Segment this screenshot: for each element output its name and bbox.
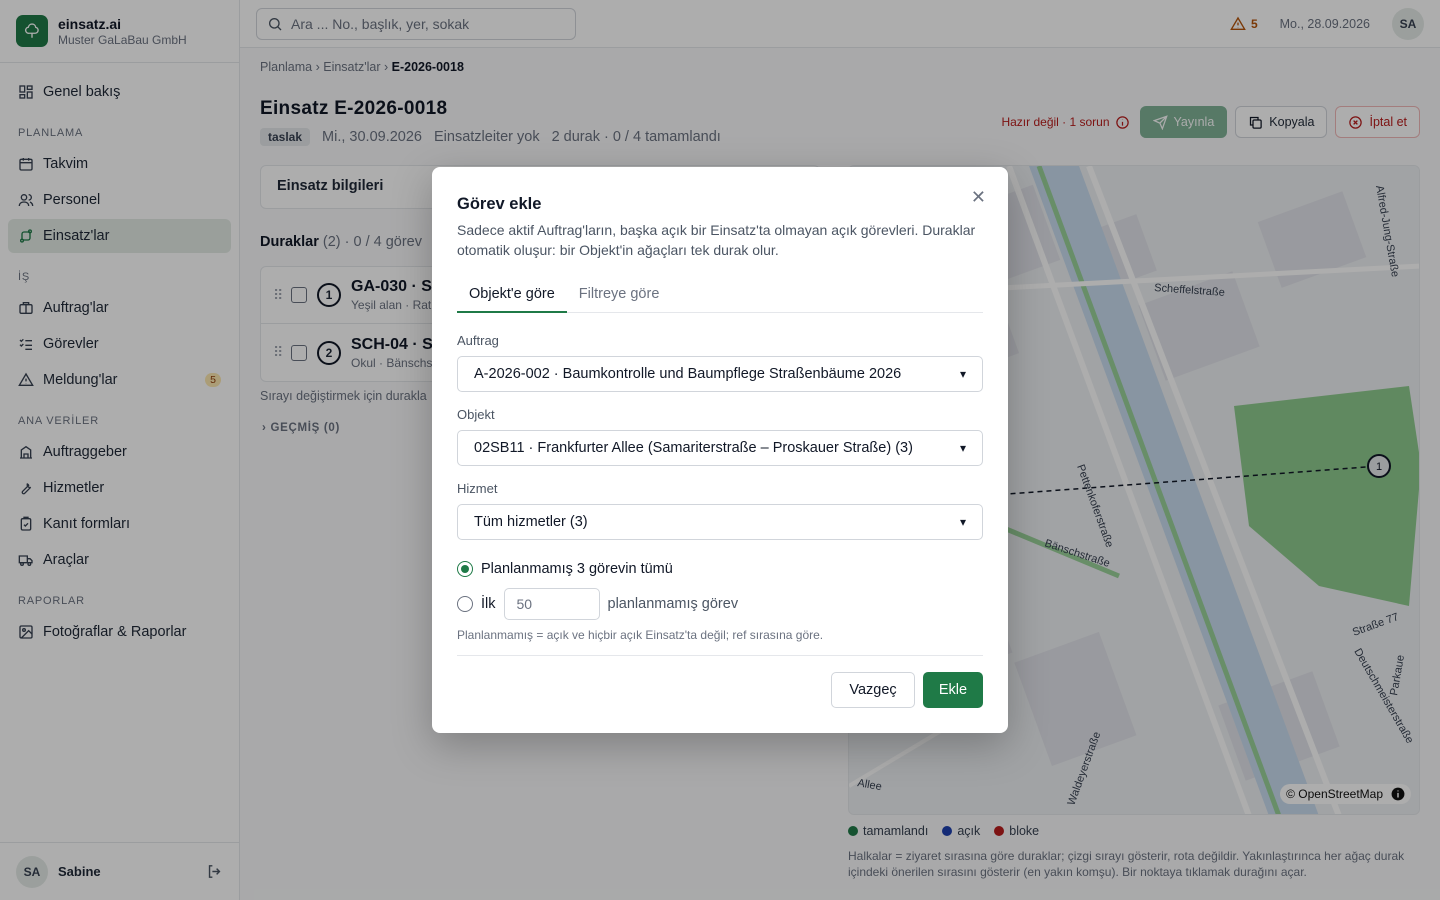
- dialog-tabs: Objekt'e göre Filtreye göre: [457, 279, 983, 313]
- divider: [457, 655, 983, 656]
- add-button[interactable]: Ekle: [923, 672, 983, 708]
- close-icon[interactable]: ✕: [971, 187, 986, 208]
- task-count-input[interactable]: 50: [503, 588, 600, 620]
- dialog-title: Görev ekle: [457, 195, 542, 213]
- order-value: A-2026-002 · Baumkontrolle und Baumpfleg…: [474, 366, 902, 382]
- order-label: Auftrag: [457, 333, 499, 348]
- radio-first-label: İlk: [481, 596, 496, 612]
- dialog-note: Planlanmamış = açık ve hiçbir açık Einsa…: [457, 628, 824, 642]
- service-label: Hizmet: [457, 481, 498, 496]
- radio-button[interactable]: [457, 596, 473, 612]
- service-value: Tüm hizmetler (3): [474, 514, 588, 530]
- object-value: 02SB11 · Frankfurter Allee (Samariterstr…: [474, 440, 913, 456]
- object-select[interactable]: 02SB11 · Frankfurter Allee (Samariterstr…: [457, 430, 983, 466]
- order-select[interactable]: A-2026-002 · Baumkontrolle und Baumpfleg…: [457, 356, 983, 392]
- radio-first-n[interactable]: İlk 50 planlanmamış görev: [457, 588, 738, 620]
- tab-by-filter[interactable]: Filtreye göre: [567, 279, 672, 313]
- radio-all-tasks[interactable]: Planlanmamış 3 görevin tümü: [457, 561, 673, 577]
- service-select[interactable]: Tüm hizmetler (3) ▾: [457, 504, 983, 540]
- chevron-down-icon: ▾: [959, 367, 966, 381]
- dialog-description: Sadece aktif Auftrag'ların, başka açık b…: [457, 222, 976, 258]
- radio-first-suffix: planlanmamış görev: [607, 596, 739, 612]
- chevron-down-icon: ▾: [959, 441, 966, 455]
- add-task-dialog: ✕ Görev ekle Sadece aktif Auftrag'ların,…: [432, 167, 1008, 733]
- cancel-button[interactable]: Vazgeç: [831, 672, 915, 708]
- radio-all-label: Planlanmamış 3 görevin tümü: [481, 561, 673, 577]
- radio-button[interactable]: [457, 561, 473, 577]
- object-label: Objekt: [457, 407, 495, 422]
- chevron-down-icon: ▾: [959, 515, 966, 529]
- tab-by-object[interactable]: Objekt'e göre: [457, 279, 567, 313]
